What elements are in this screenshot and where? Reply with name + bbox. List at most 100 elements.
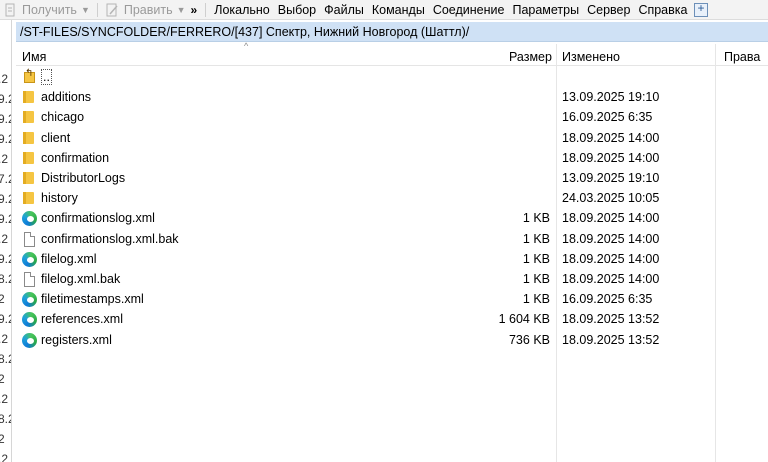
left-panel-fragment: .2	[0, 72, 9, 86]
left-panel-fragment: 9.2	[0, 112, 11, 126]
remote-file-list[interactable]: Имя ^ Размер Изменено Права .. additions 1…	[16, 41, 768, 462]
left-panel-fragment: 9.2	[0, 252, 11, 266]
file-modified: 18.09.2025 13:52	[562, 312, 660, 327]
file-row[interactable]: filelog.xml.bak 1 KB 18.09.2025 14:00	[16, 269, 768, 289]
sort-ascending-icon: ^	[244, 41, 249, 51]
edit-dropdown-icon[interactable]: ▼	[177, 5, 186, 15]
file-name: additions	[41, 90, 92, 105]
file-size	[456, 107, 550, 127]
file-row[interactable]: client 18.09.2025 14:00	[16, 128, 768, 148]
menu-select[interactable]: Выбор	[274, 3, 320, 17]
file-row[interactable]: chicago 16.09.2025 6:35	[16, 107, 768, 127]
file-name: client	[41, 130, 71, 145]
file-size: 736 KB	[508, 332, 550, 347]
toolbar: Получить ▼ Править ▼ » Локально Выбор Фа…	[0, 0, 768, 20]
file-name: filetimestamps.xml	[41, 292, 144, 307]
left-panel-fragment: 9.2	[0, 92, 11, 106]
file-name: ..	[41, 69, 52, 85]
menu-options[interactable]: Параметры	[508, 3, 583, 17]
file-size: 1 KB	[522, 211, 550, 226]
file-row[interactable]: DistributorLogs 13.09.2025 19:10	[16, 168, 768, 188]
file-modified: 13.09.2025 19:10	[562, 171, 660, 185]
file-modified: 18.09.2025 14:00	[562, 130, 660, 145]
menu-help[interactable]: Справка	[634, 3, 691, 17]
left-panel-fragment: 2	[0, 372, 5, 386]
left-panel-fragment: .2	[0, 232, 9, 246]
left-panel-fragment: 2	[0, 432, 5, 446]
remote-path-bar[interactable]: /ST-FILES/SYNCFOLDER/FERRERO/[437] Спект…	[16, 22, 768, 42]
left-panel-fragment: 9.2	[0, 312, 11, 326]
left-panel-fragment: 9.2	[0, 132, 11, 146]
get-button[interactable]: Получить ▼	[0, 1, 93, 19]
file-name: filelog.xml	[41, 251, 97, 266]
left-panel-fragment: 8.2	[0, 352, 11, 366]
column-header-size[interactable]: Размер	[509, 44, 552, 66]
get-dropdown-icon[interactable]: ▼	[81, 5, 90, 15]
left-panel-fragment: .2	[0, 152, 9, 166]
file-name: confirmationslog.xml.bak	[41, 231, 179, 246]
parent-directory-row[interactable]: ..	[16, 67, 768, 87]
menu-commands[interactable]: Команды	[368, 3, 429, 17]
left-panel-fragment: .2	[0, 332, 9, 346]
edit-icon	[105, 3, 119, 17]
edge-icon	[22, 312, 38, 328]
file-list-header: Имя ^ Размер Изменено Права	[16, 41, 768, 66]
left-panel-fragment: 9.2	[0, 212, 11, 226]
left-panel-edge: .2 9.2 9.2 9.2 .2 7.2 9.2 9.2 .2 9.2 8.2…	[0, 20, 12, 462]
file-name: history	[41, 191, 78, 206]
file-name: references.xml	[41, 312, 123, 327]
file-modified: 24.03.2025 10:05	[562, 191, 660, 206]
file-modified: 16.09.2025 6:35	[562, 110, 653, 125]
folder-icon	[22, 171, 38, 186]
file-modified: 13.09.2025 19:10	[562, 90, 660, 105]
file-size	[456, 87, 550, 107]
toolbar-divider	[96, 2, 98, 17]
file-name: confirmation	[41, 150, 110, 165]
file-row[interactable]: confirmationslog.xml.bak 1 KB 18.09.2025 1…	[16, 229, 768, 249]
menu-local[interactable]: Локально	[210, 3, 274, 17]
edit-button[interactable]: Править ▼	[102, 1, 189, 19]
file-row[interactable]: history 24.03.2025 10:05	[16, 188, 768, 208]
file-modified: 18.09.2025 13:52	[562, 332, 660, 347]
file-size	[456, 188, 550, 208]
download-icon	[3, 3, 17, 17]
file-size	[456, 67, 550, 87]
edge-icon	[22, 251, 38, 267]
file-modified: 18.09.2025 14:00	[562, 272, 660, 286]
file-row[interactable]: filetimestamps.xml 1 KB 16.09.2025 6:35	[16, 289, 768, 309]
file-size	[456, 148, 550, 168]
left-panel-fragment: 2	[0, 292, 5, 306]
menu-server[interactable]: Сервер	[583, 3, 634, 17]
file-row[interactable]: registers.xml 736 KB 18.09.2025 13:52	[16, 330, 768, 350]
folder-icon	[22, 110, 38, 125]
file-size	[456, 168, 550, 188]
left-panel-fragment: 8.2	[0, 272, 11, 286]
file-icon	[22, 272, 38, 287]
new-tab-icon[interactable]	[694, 1, 709, 17]
file-icon	[22, 231, 38, 247]
toolbar-overflow-chevron[interactable]: »	[191, 4, 198, 16]
file-row[interactable]: additions 13.09.2025 19:10	[16, 87, 768, 107]
file-size: 1 604 KB	[498, 312, 550, 327]
parent-dir-icon	[22, 68, 38, 85]
file-row[interactable]: confirmation 18.09.2025 14:00	[16, 148, 768, 168]
file-name: filelog.xml.bak	[41, 272, 121, 286]
column-header-name[interactable]: Имя	[22, 44, 46, 66]
file-modified: 16.09.2025 6:35	[562, 292, 653, 307]
file-row[interactable]: filelog.xml 1 KB 18.09.2025 14:00	[16, 249, 768, 269]
file-size: 1 KB	[522, 231, 550, 246]
left-panel-fragment: 7.2	[0, 172, 11, 186]
menu-files[interactable]: Файлы	[320, 3, 368, 17]
column-header-modified[interactable]: Изменено	[562, 44, 620, 66]
file-row[interactable]: confirmationslog.xml 1 KB 18.09.2025 14:00	[16, 208, 768, 228]
column-header-rights[interactable]: Права	[724, 44, 760, 66]
left-panel-fragment: .2	[0, 392, 9, 406]
file-modified: 18.09.2025 14:00	[562, 150, 660, 165]
menu-session[interactable]: Соединение	[429, 3, 509, 17]
file-row[interactable]: references.xml 1 604 KB 18.09.2025 13:52	[16, 309, 768, 329]
folder-icon	[22, 191, 38, 206]
folder-icon	[22, 90, 38, 105]
file-size: 1 KB	[522, 292, 550, 307]
file-name: registers.xml	[41, 332, 112, 347]
left-panel-fragment: .2	[0, 452, 9, 462]
